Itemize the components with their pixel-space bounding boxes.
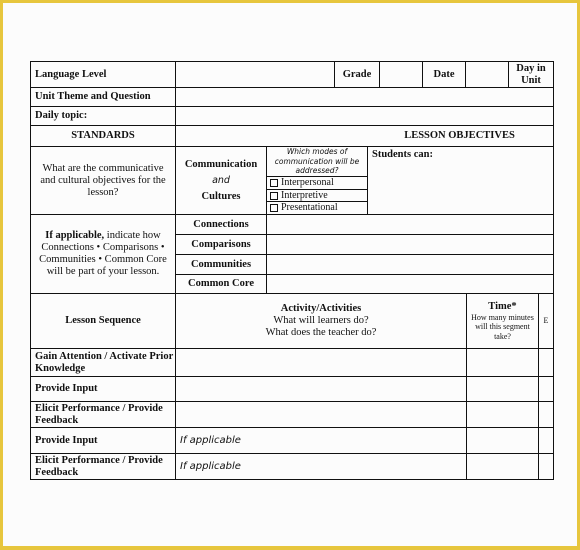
language-level-field[interactable]: [175, 61, 335, 88]
modes-question: Which modes of communication will be add…: [266, 146, 368, 177]
lesson-step-label: Provide Input: [30, 427, 176, 454]
lesson-extra-field[interactable]: [538, 427, 554, 454]
and-label: and: [212, 174, 230, 186]
time-question: How many minutes will this segment take?: [471, 312, 534, 341]
communities-label: Communities: [175, 254, 267, 275]
date-label: Date: [422, 61, 466, 88]
common-core-label: Common Core: [175, 274, 267, 294]
comparisons-label: Comparisons: [175, 234, 267, 255]
date-field[interactable]: [465, 61, 509, 88]
lesson-time-field[interactable]: [466, 376, 539, 402]
comparisons-field[interactable]: [266, 234, 554, 255]
mode-label: Interpersonal: [281, 177, 334, 188]
activity-title: Activity/Activities: [280, 303, 362, 314]
daily-topic-field[interactable]: [175, 106, 554, 126]
communication-label: Communication: [184, 158, 258, 170]
lesson-step-label: Gain Attention / Activate Prior Knowledg…: [30, 348, 176, 377]
time-heading: Time* How many minutes will this segment…: [466, 293, 539, 349]
communities-field[interactable]: [266, 254, 554, 275]
grade-label: Grade: [334, 61, 380, 88]
objectives-question: What are the communicative and cultural …: [30, 146, 176, 215]
time-title: Time*: [488, 300, 517, 312]
language-level-label: Language Level: [30, 61, 176, 88]
students-can-label: Students can:: [372, 149, 433, 160]
lesson-step-label: Elicit Performance / Provide Feedback: [30, 453, 176, 480]
lesson-plan-page: Language Level Grade Date Day in Unit Un…: [3, 3, 577, 546]
if-applicable-note: If applicable, indicate how Connections …: [30, 214, 176, 294]
lesson-activity-field[interactable]: If applicable: [175, 453, 467, 480]
common-core-field[interactable]: [266, 274, 554, 294]
activity-question-teacher: What does the teacher do?: [265, 327, 377, 338]
activity-heading: Activity/Activities What will learners d…: [175, 293, 467, 349]
unit-theme-field[interactable]: [175, 87, 554, 107]
lesson-step-label: Elicit Performance / Provide Feedback: [30, 401, 176, 428]
daily-topic-label: Daily topic:: [30, 106, 176, 126]
communication-cultures-label: Communication and Cultures: [175, 146, 267, 215]
cultures-label: Cultures: [201, 190, 241, 202]
lesson-objectives-title: LESSON OBJECTIVES: [404, 130, 515, 141]
checkbox-icon[interactable]: [270, 204, 278, 212]
activity-question-learners: What will learners do?: [273, 315, 369, 326]
checkbox-icon[interactable]: [270, 179, 278, 187]
grade-field[interactable]: [379, 61, 423, 88]
lesson-extra-field[interactable]: [538, 376, 554, 402]
lesson-extra-field[interactable]: [538, 453, 554, 480]
lesson-extra-field[interactable]: [538, 401, 554, 428]
checkbox-icon[interactable]: [270, 191, 278, 200]
day-in-unit-label: Day in Unit: [508, 61, 554, 88]
unit-theme-label: Unit Theme and Question: [30, 87, 176, 107]
mode-interpersonal[interactable]: Interpersonal: [266, 176, 368, 190]
mode-label: Presentational: [281, 202, 338, 213]
lesson-objectives-heading: LESSON OBJECTIVES: [175, 125, 554, 147]
lesson-time-field[interactable]: [466, 401, 539, 428]
mode-label: Interpretive: [281, 189, 328, 201]
students-can-field[interactable]: Students can:: [367, 146, 554, 215]
lesson-time-field[interactable]: [466, 453, 539, 480]
lesson-activity-field[interactable]: [175, 401, 467, 428]
if-applicable-bold: If applicable,: [45, 230, 105, 241]
standards-heading: STANDARDS: [30, 125, 176, 147]
lesson-time-field[interactable]: [466, 427, 539, 454]
day-in-unit-line2: Unit: [521, 74, 541, 86]
lesson-activity-field[interactable]: [175, 376, 467, 402]
connections-label: Connections: [175, 214, 267, 235]
lesson-activity-field[interactable]: [175, 348, 467, 377]
day-in-unit-line1: Day in: [516, 62, 546, 74]
extra-column-heading: E: [538, 293, 554, 349]
lesson-step-label: Provide Input: [30, 376, 176, 402]
lesson-time-field[interactable]: [466, 348, 539, 377]
lesson-extra-field[interactable]: [538, 348, 554, 377]
lesson-sequence-heading: Lesson Sequence: [30, 293, 176, 349]
connections-field[interactable]: [266, 214, 554, 235]
lesson-activity-field[interactable]: If applicable: [175, 427, 467, 454]
mode-presentational[interactable]: Presentational: [266, 201, 368, 215]
